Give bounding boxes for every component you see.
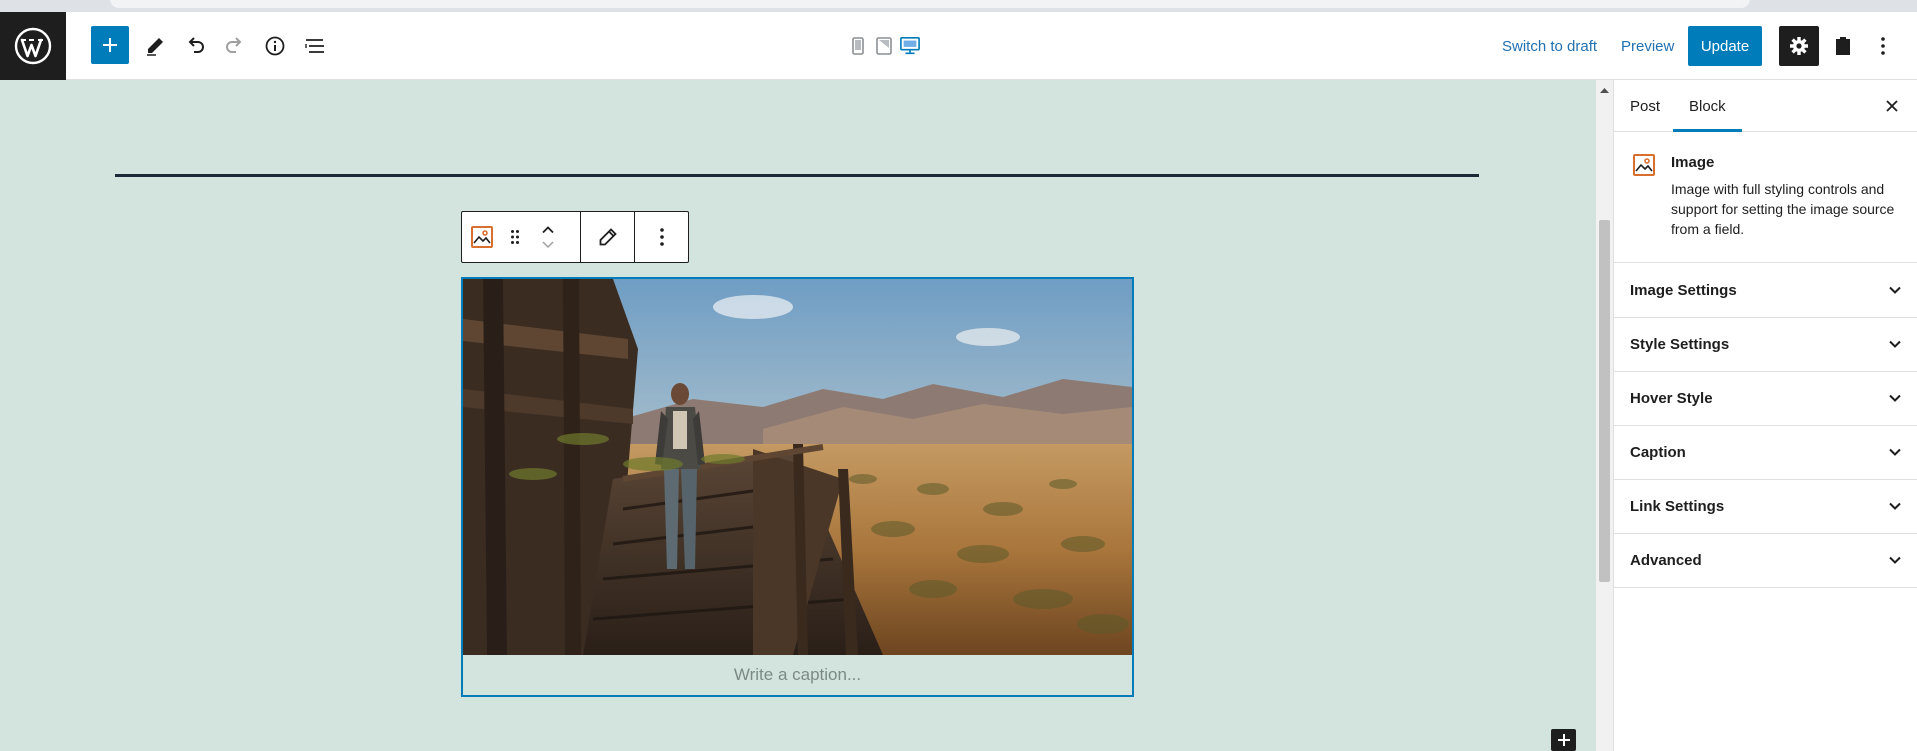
panel-advanced[interactable]: Advanced xyxy=(1614,534,1917,588)
info-icon xyxy=(265,36,285,56)
wordpress-logo-button[interactable] xyxy=(0,12,66,80)
chevron-down-icon xyxy=(1889,340,1901,348)
move-block-controls xyxy=(528,212,568,262)
panel-label: Link Settings xyxy=(1630,498,1725,515)
block-toolbar-group-more xyxy=(635,212,688,262)
panel-hover-style[interactable]: Hover Style xyxy=(1614,372,1917,426)
mobile-preview-button[interactable] xyxy=(848,35,868,57)
image-caption-input[interactable]: Write a caption... xyxy=(463,655,1132,695)
edit-button[interactable] xyxy=(581,212,634,262)
chevron-down-icon xyxy=(1889,448,1901,456)
list-view-button[interactable] xyxy=(295,26,335,66)
chevron-down-icon xyxy=(1889,394,1901,402)
more-options-icon xyxy=(659,228,664,246)
image-content[interactable] xyxy=(463,279,1132,655)
panel-label: Style Settings xyxy=(1630,336,1730,353)
image-block-icon xyxy=(1633,154,1655,176)
tab-block[interactable]: Block xyxy=(1673,80,1742,132)
plugin-icon xyxy=(1836,37,1850,55)
device-preview-group xyxy=(848,34,920,58)
panel-label: Hover Style xyxy=(1630,390,1713,407)
desktop-preview-button[interactable] xyxy=(900,35,920,57)
desert-scene-image xyxy=(463,279,1132,655)
tools-button[interactable] xyxy=(135,26,175,66)
block-options-button[interactable] xyxy=(635,212,688,262)
undo-button[interactable] xyxy=(175,26,215,66)
browser-chrome-strip xyxy=(0,0,1917,12)
panel-label: Caption xyxy=(1630,444,1686,461)
update-button[interactable]: Update xyxy=(1688,26,1762,66)
plugin-button[interactable] xyxy=(1823,26,1863,66)
plus-icon xyxy=(103,38,117,52)
pencil-icon xyxy=(147,38,163,56)
image-block-icon xyxy=(471,226,493,248)
options-menu-button[interactable] xyxy=(1863,26,1903,66)
chevron-down-icon xyxy=(1889,556,1901,564)
undo-icon xyxy=(188,37,204,53)
image-block[interactable]: Write a caption... xyxy=(461,277,1134,697)
scroll-up-arrow-icon[interactable] xyxy=(1598,85,1611,95)
scrollbar-thumb[interactable] xyxy=(1599,220,1610,582)
block-toolbar-group-main xyxy=(462,212,581,262)
gear-icon xyxy=(1790,37,1808,55)
editor-canvas[interactable]: Write a caption... xyxy=(0,80,1596,751)
plus-icon xyxy=(1557,734,1570,746)
tab-post[interactable]: Post xyxy=(1614,80,1676,132)
block-type-button[interactable] xyxy=(462,212,502,262)
address-bar[interactable] xyxy=(110,0,1750,8)
add-block-button[interactable] xyxy=(91,26,129,64)
mobile-icon xyxy=(852,37,864,55)
tablet-preview-button[interactable] xyxy=(874,35,894,57)
redo-button[interactable] xyxy=(215,26,255,66)
panel-link-settings[interactable]: Link Settings xyxy=(1614,480,1917,534)
settings-sidebar: Post Block Image Image with full styling… xyxy=(1613,80,1917,751)
move-down-icon[interactable] xyxy=(541,240,555,249)
settings-button[interactable] xyxy=(1779,26,1819,66)
separator-block[interactable] xyxy=(115,174,1479,177)
drag-handle-icon xyxy=(511,230,519,244)
list-view-icon xyxy=(305,39,324,53)
block-card: Image Image with full styling controls a… xyxy=(1614,133,1917,263)
desktop-icon xyxy=(900,37,920,55)
drag-handle[interactable] xyxy=(502,212,528,262)
block-toolbar-group-edit xyxy=(581,212,635,262)
move-up-icon[interactable] xyxy=(541,225,555,234)
redo-icon xyxy=(226,37,242,53)
wordpress-icon xyxy=(14,27,52,65)
preview-button[interactable]: Preview xyxy=(1621,38,1674,55)
details-button[interactable] xyxy=(255,26,295,66)
vertical-ellipsis-icon xyxy=(1881,37,1885,55)
panel-label: Image Settings xyxy=(1630,282,1737,299)
close-icon xyxy=(1886,100,1898,112)
panel-caption[interactable]: Caption xyxy=(1614,426,1917,480)
chevron-down-icon xyxy=(1889,502,1901,510)
panel-style-settings[interactable]: Style Settings xyxy=(1614,318,1917,372)
chevron-down-icon xyxy=(1889,286,1901,294)
active-tab-indicator xyxy=(1673,129,1742,132)
append-block-button[interactable] xyxy=(1551,729,1576,751)
switch-to-draft-button[interactable]: Switch to draft xyxy=(1502,38,1597,55)
panel-label: Advanced xyxy=(1630,552,1702,569)
block-toolbar xyxy=(461,211,689,263)
close-sidebar-button[interactable] xyxy=(1876,90,1908,122)
tablet-icon xyxy=(876,37,892,55)
block-card-description: Image with full styling controls and sup… xyxy=(1671,181,1895,237)
tab-block-label: Block xyxy=(1689,97,1726,115)
sidebar-tabs: Post Block xyxy=(1614,80,1917,132)
block-card-title: Image xyxy=(1671,154,1715,171)
editor-header: Switch to draft Preview Update xyxy=(0,12,1917,80)
edit-pencil-icon xyxy=(599,228,617,246)
panel-image-settings[interactable]: Image Settings xyxy=(1614,264,1917,318)
